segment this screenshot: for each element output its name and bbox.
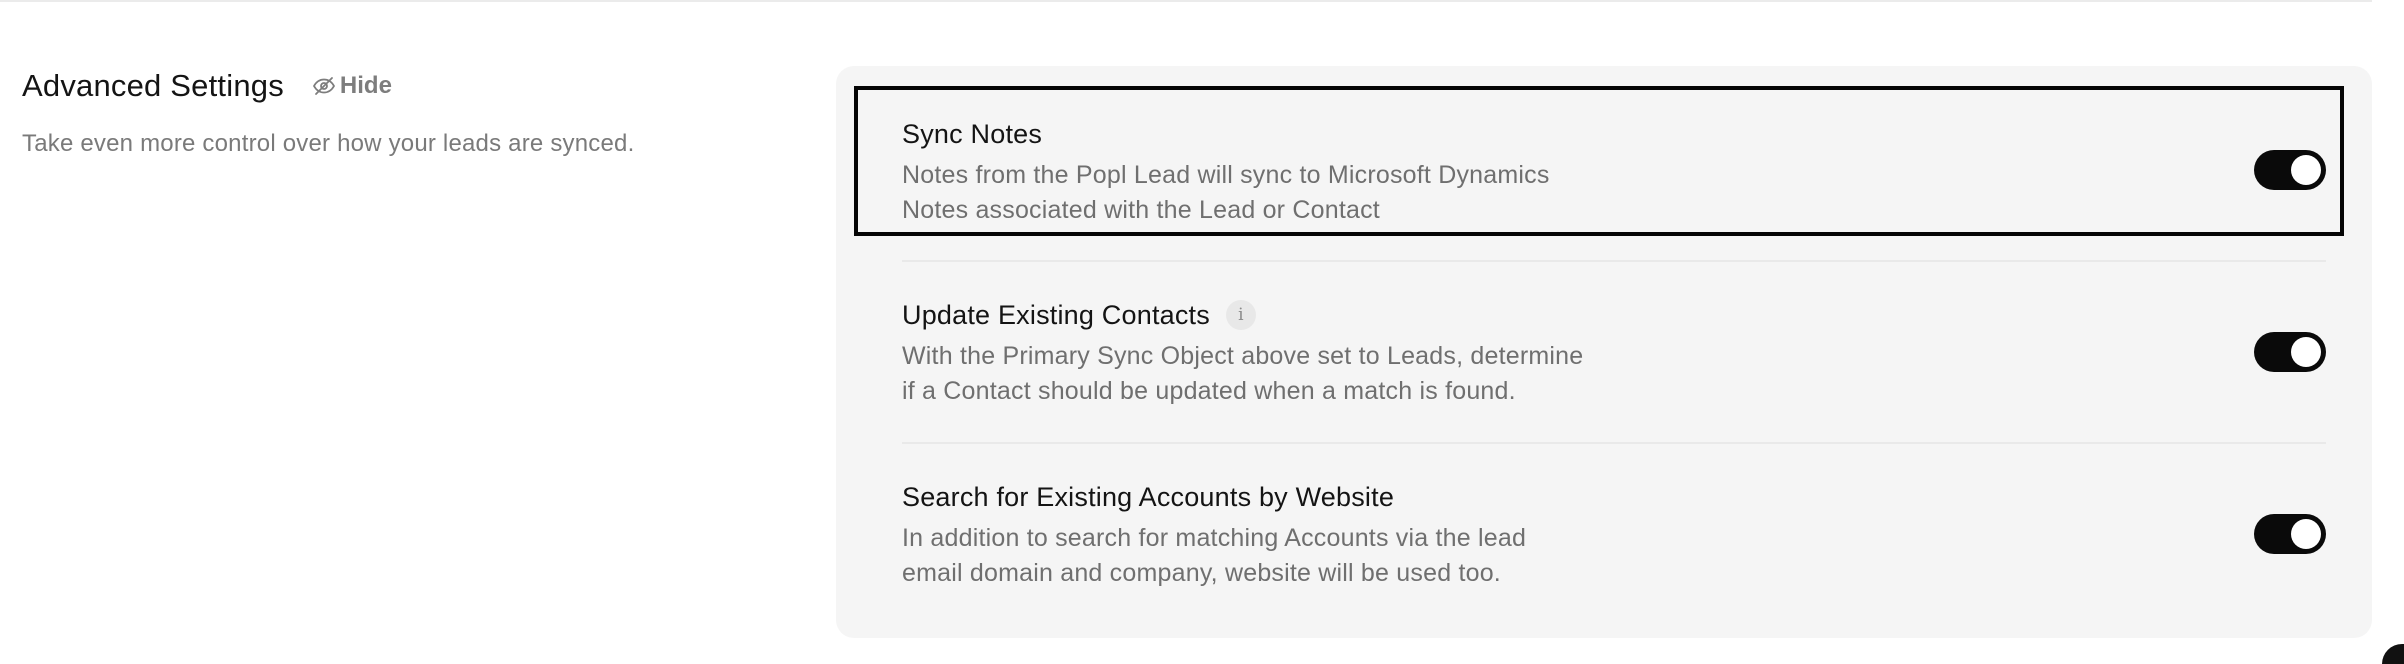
search-accounts-by-website-toggle[interactable] [2254, 514, 2326, 554]
hide-button[interactable]: Hide [312, 72, 392, 100]
setting-description-line: if a Contact should be updated when a ma… [902, 377, 1516, 405]
eye-slash-icon [312, 77, 335, 95]
setting-title: Search for Existing Accounts by Website [902, 481, 1395, 512]
toggle-knob [2291, 519, 2321, 549]
setting-text: Update Existing Contacts i With the Prim… [902, 297, 1622, 409]
setting-description: With the Primary Sync Object above set t… [902, 339, 1622, 409]
toggle-knob [2291, 337, 2321, 367]
settings-card: Sync Notes Notes from the Popl Lead will… [836, 66, 2372, 638]
row-divider [902, 260, 2326, 262]
corner-decoration [2382, 644, 2404, 664]
section-title: Advanced Settings [22, 68, 284, 103]
section-subtitle: Take even more control over how your lea… [22, 130, 635, 157]
heading-row: Advanced Settings Hide [22, 66, 782, 106]
toggle-knob [2291, 155, 2321, 185]
setting-title: Update Existing Contacts i [902, 297, 1622, 333]
section-header: Advanced Settings Hide Take even more co… [22, 66, 782, 158]
setting-title: Sync Notes [902, 118, 1043, 149]
sync-notes-toggle[interactable] [2254, 150, 2326, 190]
setting-text: Sync Notes Notes from the Popl Lead will… [902, 116, 1622, 228]
setting-title-text: Update Existing Contacts [902, 299, 1210, 330]
setting-description-line: Notes associated with the Lead or Contac… [902, 196, 1380, 224]
update-existing-contacts-toggle[interactable] [2254, 332, 2326, 372]
setting-row-search-accounts-by-website: Search for Existing Accounts by Website … [852, 479, 2330, 589]
setting-description: In addition to search for matching Accou… [902, 521, 1622, 591]
advanced-settings-page: Advanced Settings Hide Take even more co… [0, 0, 2404, 664]
top-divider [0, 0, 2372, 2]
setting-description-line: With the Primary Sync Object above set t… [902, 342, 1584, 370]
setting-row-sync-notes: Sync Notes Notes from the Popl Lead will… [852, 116, 2330, 226]
setting-description: Notes from the Popl Lead will sync to Mi… [902, 158, 1622, 228]
hide-label: Hide [339, 72, 392, 99]
setting-description-line: Notes from the Popl Lead will sync to Mi… [902, 161, 1550, 189]
row-divider [902, 442, 2326, 444]
setting-text: Search for Existing Accounts by Website … [902, 479, 1622, 591]
info-icon[interactable]: i [1225, 300, 1256, 330]
setting-description-line: In addition to search for matching Accou… [902, 524, 1527, 552]
setting-row-update-existing-contacts: Update Existing Contacts i With the Prim… [852, 297, 2330, 407]
setting-description-line: email domain and company, website will b… [902, 559, 1501, 587]
